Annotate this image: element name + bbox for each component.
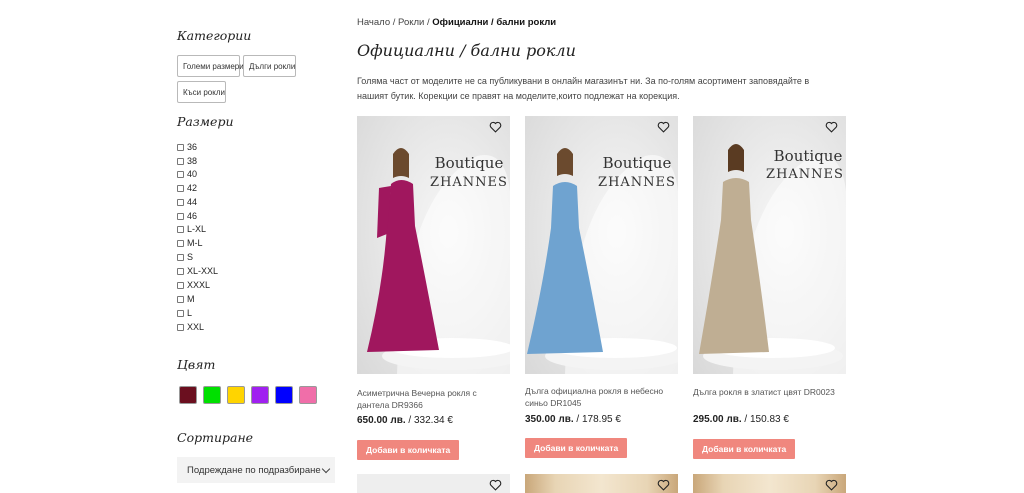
- size-filter-xxxl[interactable]: XXXL: [177, 279, 210, 291]
- color-swatch-burgundy[interactable]: [179, 386, 197, 404]
- size-label: XL-XXL: [187, 266, 219, 276]
- checkbox[interactable]: [177, 170, 184, 178]
- color-swatch-blue[interactable]: [275, 386, 293, 404]
- size-label: L: [187, 308, 193, 318]
- sort-select[interactable]: Подреждане по подразбиране: [177, 457, 335, 483]
- product-image[interactable]: [357, 474, 510, 493]
- brand-logo-text: Boutique: [774, 147, 843, 165]
- brand-logo-text: ZHANNES: [430, 175, 508, 190]
- category-description: Голяма част от моделите не са публикуван…: [357, 76, 810, 101]
- price-eur: / 178.95 €: [573, 414, 621, 425]
- price-eur: / 332.34 €: [405, 415, 453, 426]
- heart-icon[interactable]: [657, 479, 670, 491]
- product-image[interactable]: [693, 474, 846, 493]
- size-filter-l-xl[interactable]: L-XL: [177, 223, 206, 235]
- checkbox[interactable]: [177, 143, 184, 151]
- sort-heading: Сортиране: [177, 430, 254, 445]
- breadcrumb-dresses-link[interactable]: Рокли: [398, 17, 424, 28]
- brand-logo-text: Boutique: [435, 154, 504, 172]
- color-heading: Цвят: [177, 357, 216, 372]
- heart-icon[interactable]: [825, 479, 838, 491]
- color-swatch-pink[interactable]: [299, 386, 317, 404]
- color-swatch-green[interactable]: [203, 386, 221, 404]
- size-filter-m-l[interactable]: M-L: [177, 237, 203, 249]
- size-label: 40: [187, 169, 198, 179]
- size-label: XXXL: [187, 280, 211, 290]
- product-name[interactable]: Асиметрична Вечерна рокля с дантела DR93…: [357, 387, 507, 411]
- price-bgn: 350.00 лв.: [525, 414, 574, 425]
- category-short-dresses-button[interactable]: Къси рокли: [177, 81, 226, 103]
- checkbox[interactable]: [177, 198, 184, 206]
- add-to-cart-button[interactable]: Добави в количката: [693, 439, 796, 459]
- size-filter-s[interactable]: S: [177, 251, 193, 263]
- product-image[interactable]: [525, 474, 678, 493]
- size-label: 44: [187, 197, 198, 207]
- breadcrumb-separator: /: [390, 17, 399, 28]
- heart-icon[interactable]: [489, 479, 502, 491]
- price-bgn: 650.00 лв.: [357, 415, 406, 426]
- size-filter-xxl[interactable]: XXL: [177, 321, 204, 333]
- page-title: Официални / бални рокли: [357, 41, 576, 60]
- size-filter-m[interactable]: M: [177, 293, 195, 305]
- size-label: XXL: [187, 322, 205, 332]
- size-label: 38: [187, 156, 198, 166]
- heart-icon[interactable]: [657, 121, 670, 133]
- add-to-cart-button[interactable]: Добави в количката: [357, 440, 460, 460]
- checkbox[interactable]: [177, 239, 184, 247]
- add-to-cart-button[interactable]: Добави в количката: [525, 438, 628, 458]
- categories-heading: Категории: [177, 28, 252, 43]
- size-label: 46: [187, 211, 198, 221]
- checkbox[interactable]: [177, 281, 184, 289]
- size-label: 36: [187, 142, 198, 152]
- size-label: S: [187, 252, 194, 262]
- product-image[interactable]: Boutique ZHANNES: [357, 116, 510, 374]
- chevron-down-icon: [321, 464, 331, 474]
- product-name[interactable]: Дълга рокля в златист цвят DR0023: [693, 386, 843, 398]
- size-label: 42: [187, 183, 198, 193]
- checkbox[interactable]: [177, 309, 184, 317]
- breadcrumb-home-link[interactable]: Начало: [357, 17, 390, 28]
- sizes-heading: Размери: [177, 114, 234, 129]
- size-label: L-XL: [187, 224, 207, 234]
- size-filter-44[interactable]: 44: [177, 196, 197, 208]
- product-image[interactable]: Boutique ZHANNES: [693, 116, 846, 374]
- category-large-sizes-button[interactable]: Големи размери: [177, 55, 244, 77]
- checkbox[interactable]: [177, 225, 184, 233]
- size-filter-l[interactable]: L: [177, 307, 192, 319]
- heart-icon[interactable]: [489, 121, 502, 133]
- size-filter-xl-xxl[interactable]: XL-XXL: [177, 265, 218, 277]
- brand-logo-text: ZHANNES: [766, 167, 844, 182]
- color-swatch-purple[interactable]: [251, 386, 269, 404]
- sort-select-value: Подреждане по подразбиране: [187, 464, 321, 476]
- price-eur: / 150.83 €: [741, 414, 789, 425]
- checkbox[interactable]: [177, 157, 184, 165]
- heart-icon[interactable]: [825, 121, 838, 133]
- size-label: M: [187, 294, 195, 304]
- breadcrumb-current: Официални / бални рокли: [432, 17, 557, 28]
- brand-logo-text: ZHANNES: [598, 175, 676, 190]
- product-image[interactable]: Boutique ZHANNES: [525, 116, 678, 374]
- color-swatch-yellow[interactable]: [227, 386, 245, 404]
- product-price: 350.00 лв. / 178.95 €: [525, 414, 621, 425]
- product-name[interactable]: Дълга официална рокля в небесно синьо DR…: [525, 385, 675, 409]
- size-filter-36[interactable]: 36: [177, 141, 197, 153]
- brand-logo-text: Boutique: [603, 154, 672, 172]
- product-price: 295.00 лв. / 150.83 €: [693, 414, 789, 425]
- size-label: M-L: [187, 238, 203, 248]
- size-filter-38[interactable]: 38: [177, 155, 197, 167]
- category-long-dresses-button[interactable]: Дълги рокли: [243, 55, 296, 77]
- price-bgn: 295.00 лв.: [693, 414, 742, 425]
- checkbox[interactable]: [177, 323, 184, 331]
- size-filter-42[interactable]: 42: [177, 182, 197, 194]
- size-filter-40[interactable]: 40: [177, 168, 197, 180]
- breadcrumb: Начало / Рокли / Официални / бални рокли: [357, 17, 556, 28]
- checkbox[interactable]: [177, 295, 184, 303]
- checkbox[interactable]: [177, 253, 184, 261]
- size-filter-46[interactable]: 46: [177, 210, 197, 222]
- checkbox[interactable]: [177, 212, 184, 220]
- checkbox[interactable]: [177, 184, 184, 192]
- product-price: 650.00 лв. / 332.34 €: [357, 415, 453, 426]
- checkbox[interactable]: [177, 267, 184, 275]
